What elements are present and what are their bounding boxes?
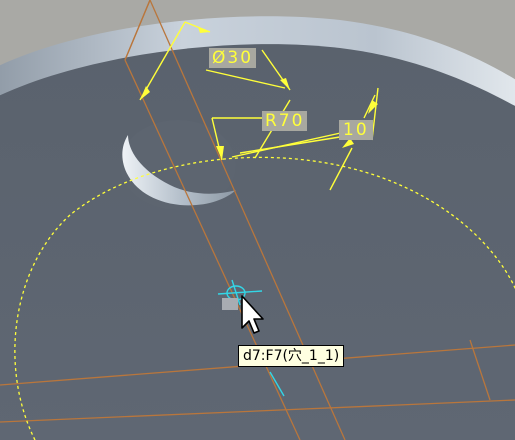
model-scene xyxy=(0,0,515,440)
distance-dimension-label[interactable]: 10 xyxy=(339,120,373,140)
3d-model-viewport[interactable]: Ø30 R70 10 d7:F7(穴_1_1) xyxy=(0,0,515,440)
radius-dimension-label[interactable]: R70 xyxy=(262,111,308,131)
diameter-dimension-label[interactable]: Ø30 xyxy=(209,48,257,68)
hole-center-pick-box xyxy=(222,298,238,310)
feature-tooltip: d7:F7(穴_1_1) xyxy=(238,345,345,367)
arrow-cursor-icon xyxy=(241,295,264,334)
